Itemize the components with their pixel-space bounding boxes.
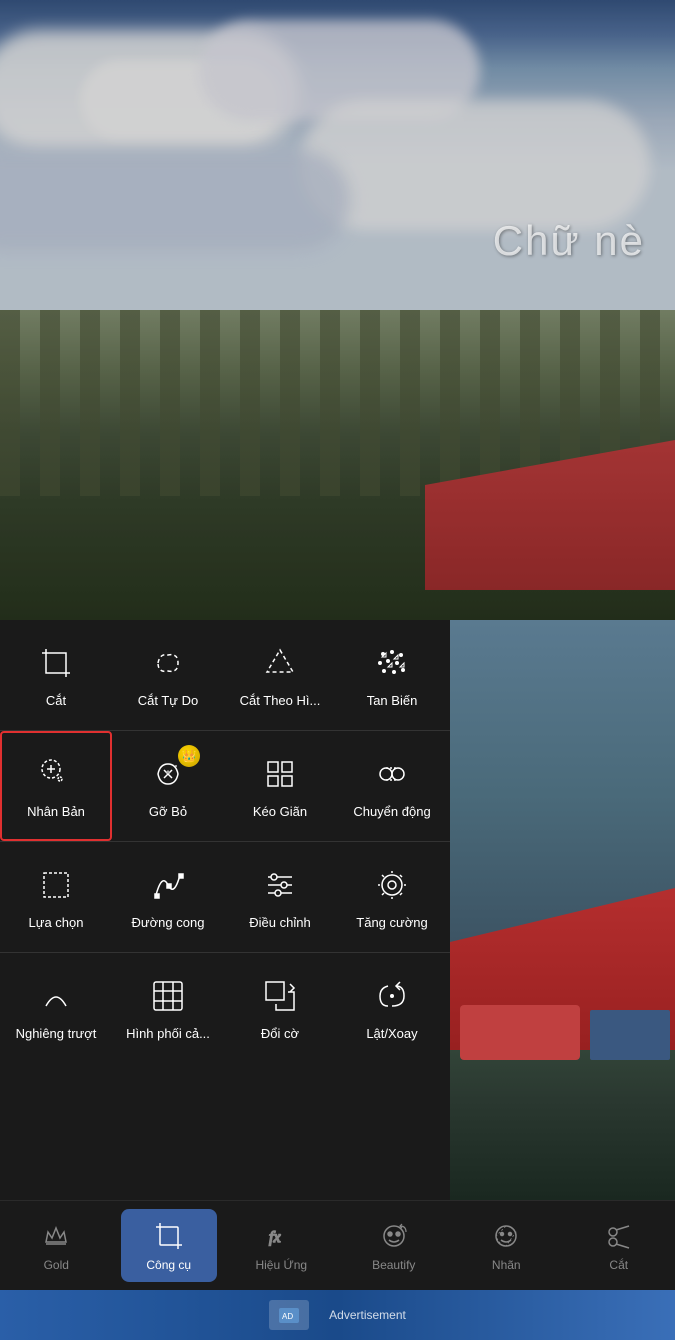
ad-text: Advertisement (329, 1308, 406, 1322)
premium-badge: 👑 (178, 745, 200, 767)
fliprotate-icon (370, 974, 414, 1018)
scissors-icon (603, 1220, 635, 1252)
svg-text:AD: AD (282, 1312, 293, 1321)
tool-lat-xoay[interactable]: Lật/Xoay (336, 953, 448, 1063)
nav-tab-beautify[interactable]: Beautify (338, 1201, 451, 1290)
tool-tan-bien[interactable]: Tan Biến (336, 620, 448, 730)
crop-tool-icon (153, 1220, 185, 1252)
svg-text:fx: fx (269, 1229, 281, 1246)
tool-lat-xoay-label: Lật/Xoay (366, 1026, 417, 1042)
tool-chuyen-dong-label: Chuyển động (353, 804, 430, 820)
nav-tab-beautify-label: Beautify (372, 1258, 415, 1272)
tool-keo-gian-label: Kéo Giãn (253, 804, 307, 820)
tool-cat-tu-do[interactable]: Cắt Tự Do (112, 620, 224, 730)
tool-hinh-phoi-label: Hình phối cả... (126, 1026, 210, 1042)
tools-row-2: Nhân Bản 👑 Gỡ Bỏ (0, 731, 450, 841)
tool-duong-cong-label: Đường cong (132, 915, 205, 931)
clone-icon (34, 752, 78, 796)
tools-row-1: Cắt Cắt Tự Do Cắt Theo Hì... (0, 620, 450, 730)
tool-hinh-phoi[interactable]: Hình phối cả... (112, 953, 224, 1063)
tool-go-bo[interactable]: 👑 Gỡ Bỏ (112, 731, 224, 841)
curve-icon (146, 863, 190, 907)
nav-tab-cong-cu[interactable]: Công cụ (113, 1201, 226, 1290)
blend-icon (146, 974, 190, 1018)
photo-overlay (0, 0, 675, 620)
ad-content: AD Advertisement (269, 1300, 406, 1330)
nav-tab-cat[interactable]: Cắt (563, 1201, 675, 1290)
tool-dieu-chinh-label: Điều chỉnh (249, 915, 310, 931)
tool-doi-co[interactable]: Đổi cờ (224, 953, 336, 1063)
select-icon (34, 863, 78, 907)
tool-tang-cuong-label: Tăng cường (356, 915, 427, 931)
nav-tab-nhan[interactable]: Nhãn (450, 1201, 563, 1290)
crop-icon (34, 641, 78, 685)
enhance-icon (370, 863, 414, 907)
tool-cat-theo-hi-label: Cắt Theo Hì... (240, 693, 321, 709)
adjust-icon (258, 863, 302, 907)
tools-row-4: Nghiêng trượt Hình phối cả... (0, 953, 450, 1063)
tool-cat-theo-hi[interactable]: Cắt Theo Hì... (224, 620, 336, 730)
tool-dieu-chinh[interactable]: Điều chỉnh (224, 842, 336, 952)
tool-doi-co-label: Đổi cờ (261, 1026, 299, 1042)
nav-tab-gold[interactable]: Gold (0, 1201, 113, 1290)
nav-tab-cat-label: Cắt (609, 1258, 628, 1272)
nav-tab-cong-cu-label: Công cụ (146, 1258, 191, 1272)
tool-go-bo-label: Gỡ Bỏ (149, 804, 187, 820)
ad-thumbnail: AD (269, 1300, 309, 1330)
nav-tab-hieu-ung[interactable]: fx Hiệu Ứng (225, 1201, 338, 1290)
motion-icon (370, 752, 414, 796)
tool-cat-tu-do-label: Cắt Tự Do (138, 693, 198, 709)
shapecut-icon (258, 641, 302, 685)
tool-nhan-ban-label: Nhân Bản (27, 804, 85, 820)
nav-tab-nhan-label: Nhãn (492, 1258, 521, 1272)
tool-nhan-ban[interactable]: Nhân Bản (0, 731, 112, 841)
dissolve-icon (370, 641, 414, 685)
tool-cat-label: Cắt (46, 693, 66, 709)
tool-chuyen-dong[interactable]: Chuyển động (336, 731, 448, 841)
tool-nghieng-truot-label: Nghiêng trượt (16, 1026, 97, 1042)
face-icon (378, 1220, 410, 1252)
ad-banner[interactable]: AD Advertisement (0, 1290, 675, 1340)
tool-keo-gian[interactable]: Kéo Giãn (224, 731, 336, 841)
freecut-icon (146, 641, 190, 685)
photo-overlay-text: Chữ nè (493, 217, 645, 265)
resize-icon (258, 974, 302, 1018)
nav-tab-hieu-ung-label: Hiệu Ứng (255, 1258, 307, 1272)
tool-lua-chon-label: Lựa chọn (29, 915, 84, 931)
photo-canvas: Chữ nè (0, 0, 675, 620)
crown-icon (40, 1220, 72, 1252)
tool-nghieng-truot[interactable]: Nghiêng trượt (0, 953, 112, 1063)
tool-tan-bien-label: Tan Biến (367, 693, 418, 709)
stretch-icon (258, 752, 302, 796)
tool-cat[interactable]: Cắt (0, 620, 112, 730)
side-panel (450, 620, 675, 1200)
tools-panel: Cắt Cắt Tự Do Cắt Theo Hì... (0, 620, 450, 1200)
tools-row-3: Lựa chọn Đường cong (0, 842, 450, 952)
nav-tab-gold-label: Gold (44, 1258, 69, 1272)
tool-tang-cuong[interactable]: Tăng cường (336, 842, 448, 952)
tilt-icon (34, 974, 78, 1018)
tool-duong-cong[interactable]: Đường cong (112, 842, 224, 952)
main-container: Cắt Cắt Tự Do Cắt Theo Hì... (0, 620, 675, 1200)
sticker-icon (490, 1220, 522, 1252)
bottom-nav: Gold Công cụ fx Hiệu Ứng (0, 1200, 675, 1290)
tool-lua-chon[interactable]: Lựa chọn (0, 842, 112, 952)
fx-icon: fx (265, 1220, 297, 1252)
